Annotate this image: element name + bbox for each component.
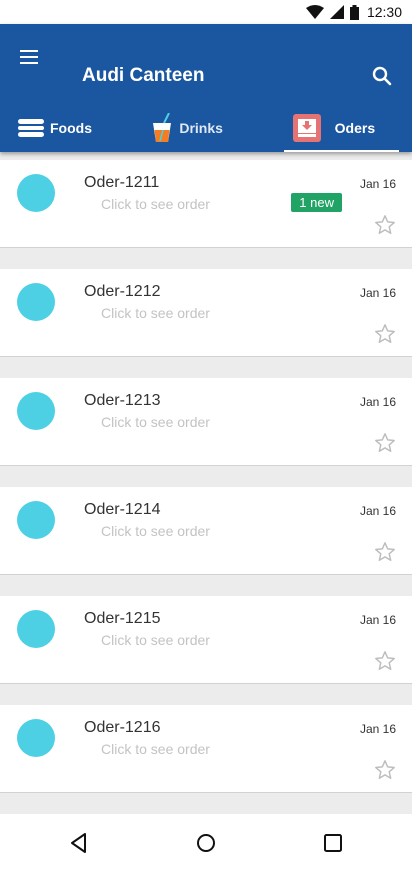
order-subtitle: Click to see order: [101, 414, 210, 430]
order-date: Jan 16: [359, 395, 396, 409]
star-icon[interactable]: [374, 759, 396, 781]
avatar: [17, 392, 55, 430]
avatar: [17, 174, 55, 212]
order-list: Oder-1211 Click to see order Jan 16 1 ne…: [0, 160, 412, 814]
order-subtitle: Click to see order: [101, 632, 210, 648]
order-title: Oder-1212: [84, 283, 161, 300]
avatar: [17, 501, 55, 539]
drink-cup-icon: [153, 113, 172, 142]
order-title: Oder-1214: [84, 501, 161, 518]
avatar: [17, 283, 55, 321]
order-subtitle: Click to see order: [101, 196, 210, 212]
order-row[interactable]: Oder-1216 Click to see order Jan 16: [0, 705, 412, 793]
inbox-download-icon: [292, 114, 321, 142]
battery-icon: [349, 4, 359, 20]
order-subtitle: Click to see order: [101, 741, 210, 757]
tab-bar: Foods Drinks Oders: [0, 104, 412, 152]
home-icon[interactable]: [195, 832, 217, 854]
new-badge: 1 new: [291, 193, 342, 212]
star-icon[interactable]: [374, 432, 396, 454]
status-bar: 12:30: [0, 0, 412, 24]
order-row[interactable]: Oder-1215 Click to see order Jan 16: [0, 596, 412, 684]
cellular-signal-icon: [329, 5, 344, 19]
avatar: [17, 610, 55, 648]
order-subtitle: Click to see order: [101, 305, 210, 321]
back-icon[interactable]: [68, 832, 90, 854]
tab-drinks[interactable]: Drinks: [137, 104, 270, 152]
tab-drinks-label: Drinks: [179, 120, 223, 136]
order-date: Jan 16: [359, 722, 396, 736]
order-row[interactable]: Oder-1214 Click to see order Jan 16: [0, 487, 412, 575]
tab-oders-label: Oders: [334, 120, 376, 136]
tab-oders[interactable]: Oders: [271, 104, 412, 152]
star-icon[interactable]: [374, 541, 396, 563]
order-subtitle: Click to see order: [101, 523, 210, 539]
avatar: [17, 719, 55, 757]
order-date: Jan 16: [359, 286, 396, 300]
search-icon[interactable]: [370, 64, 394, 88]
app-bar: Audi Canteen Foods Drinks Oders: [0, 24, 412, 152]
order-row[interactable]: Oder-1212 Click to see order Jan 16: [0, 269, 412, 357]
status-icons: 12:30: [305, 3, 402, 21]
order-date: Jan 16: [359, 177, 396, 191]
order-title: Oder-1211: [84, 174, 160, 191]
wifi-icon: [305, 5, 324, 19]
star-icon[interactable]: [374, 650, 396, 672]
app-title: Audi Canteen: [82, 65, 205, 86]
order-row[interactable]: Oder-1211 Click to see order Jan 16 1 ne…: [0, 160, 412, 248]
order-date: Jan 16: [359, 504, 396, 518]
system-nav-bar: [0, 814, 412, 870]
burger-icon: [18, 119, 44, 137]
star-icon[interactable]: [374, 214, 396, 236]
star-icon[interactable]: [374, 323, 396, 345]
order-title: Oder-1216: [84, 719, 161, 736]
tab-foods[interactable]: Foods: [0, 104, 137, 152]
tab-foods-label: Foods: [50, 120, 92, 136]
order-title: Oder-1215: [84, 610, 161, 627]
order-date: Jan 16: [359, 613, 396, 627]
order-row[interactable]: Oder-1213 Click to see order Jan 16: [0, 378, 412, 466]
hamburger-menu-icon[interactable]: [20, 50, 42, 66]
recents-icon[interactable]: [322, 832, 344, 854]
status-time: 12:30: [366, 4, 402, 20]
order-title: Oder-1213: [84, 392, 161, 409]
